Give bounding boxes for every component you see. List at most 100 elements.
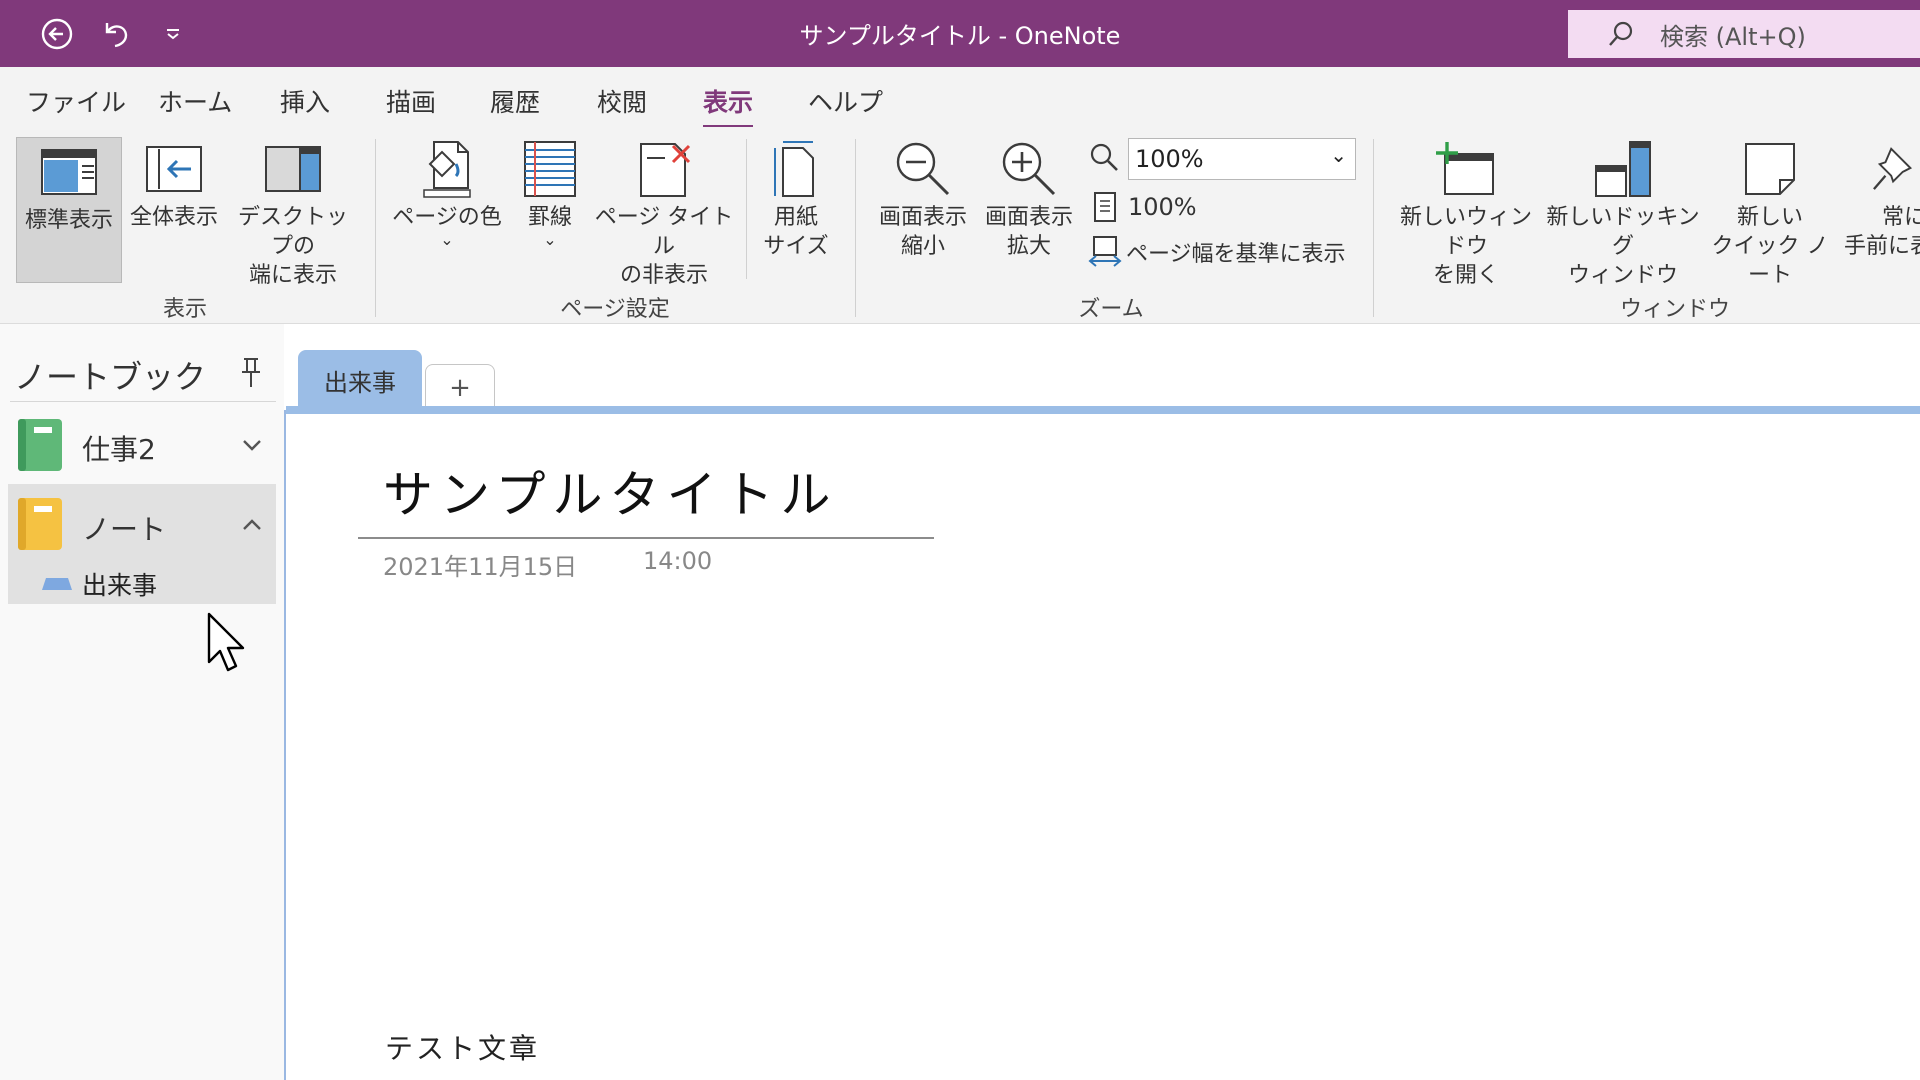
full-page-view-label: 全体表示: [129, 205, 218, 230]
tab-review[interactable]: 校閲: [597, 83, 647, 119]
rule-lines-button[interactable]: 罫線 ⌄: [510, 135, 590, 248]
add-section-button[interactable]: +: [425, 364, 495, 410]
hide-title-label-line2: の非表示: [619, 263, 708, 288]
title-underline: [358, 537, 934, 539]
zoom-out-label-line1: 画面表示: [878, 205, 967, 230]
search-box[interactable]: 検索 (Alt+Q): [1568, 10, 1920, 58]
search-placeholder: 検索 (Alt+Q): [1660, 22, 1806, 51]
tab-home[interactable]: ホーム: [158, 83, 232, 119]
section-tab-icon: [42, 578, 72, 590]
tab-view[interactable]: 表示: [703, 83, 754, 129]
new-window-label-line1: 新しいウィンドウ: [1399, 205, 1532, 259]
notebook-icon: [18, 498, 62, 550]
new-docked-label-line1: 新しいドッキング: [1546, 205, 1700, 259]
tab-history[interactable]: 履歴: [490, 83, 540, 119]
section-color-strip: [286, 406, 1920, 414]
chevron-up-icon: [243, 519, 261, 530]
hide-page-title-icon: [640, 143, 691, 197]
zoom-out-button[interactable]: 画面表示 縮小: [870, 135, 976, 261]
mouse-cursor: [207, 612, 245, 672]
zoom-in-icon: [1002, 142, 1056, 196]
page-color-button[interactable]: ページの色 ⌄: [390, 135, 504, 248]
hide-page-title-button[interactable]: ページ タイトル の非表示: [588, 135, 740, 290]
tab-draw[interactable]: 描画: [386, 83, 436, 119]
zoom-out-icon: [896, 142, 950, 196]
always-on-top-button[interactable]: 常に 手前に表: [1838, 135, 1920, 261]
new-quick-note-button[interactable]: 新しい クイック ノート: [1704, 135, 1836, 290]
undo-button[interactable]: [96, 14, 136, 54]
rule-lines-label: 罫線: [527, 205, 572, 230]
page-100-icon: [1094, 192, 1116, 222]
dock-label-line1: デスクトップの: [237, 205, 348, 259]
normal-view-label: 標準表示: [24, 208, 113, 233]
zoom-100-button[interactable]: 100%: [1092, 191, 1197, 223]
notebook-item-work2[interactable]: 仕事2: [8, 410, 276, 480]
zoom-100-label: 100%: [1128, 193, 1197, 221]
page-width-label: ページ幅を基準に表示: [1126, 242, 1346, 267]
dock-label-line2: 端に表示: [248, 263, 337, 288]
section-tab-events[interactable]: 出来事: [298, 350, 422, 410]
page-body-text[interactable]: テスト文章: [385, 1027, 540, 1067]
dock-to-desktop-button[interactable]: デスクトップの 端に表示: [228, 135, 358, 290]
paper-size-icon: [774, 141, 814, 197]
notebook-icon: [18, 419, 62, 471]
quick-note-label-line1: 新しい: [1736, 205, 1803, 230]
new-window-icon: [1436, 142, 1494, 195]
group-separator: [855, 139, 856, 317]
group-label-zoom: ズーム: [1078, 297, 1144, 322]
paper-size-label-line1: 用紙: [773, 205, 818, 230]
zoom-out-label-line2: 縮小: [900, 234, 945, 259]
divider: [10, 401, 276, 402]
page-date: 2021年11月15日: [383, 553, 578, 581]
notebook-label: ノート: [82, 513, 167, 546]
dock-to-desktop-icon: [265, 146, 321, 192]
new-window-button[interactable]: 新しいウィンドウ を開く: [1390, 135, 1542, 290]
title-bar: サンプルタイトル - OneNote 検索 (Alt+Q): [0, 0, 1920, 67]
zoom-in-button[interactable]: 画面表示 拡大: [976, 135, 1082, 261]
group-label-window: ウィンドウ: [1620, 297, 1731, 322]
back-arrow-icon: [41, 18, 73, 50]
group-separator: [375, 139, 376, 317]
quick-note-label-line2: クイック ノート: [1711, 234, 1829, 288]
paper-size-button[interactable]: 用紙 サイズ: [756, 135, 836, 261]
normal-view-button[interactable]: 標準表示: [16, 137, 122, 283]
new-docked-window-icon: [1595, 141, 1651, 197]
full-page-view-icon: [146, 146, 202, 192]
zoom-icon-row: [1088, 141, 1120, 173]
new-window-label-line2: を開く: [1432, 263, 1499, 288]
zoom-level-select[interactable]: 100% ⌄: [1128, 138, 1356, 180]
paper-size-label-line2: サイズ: [763, 234, 829, 259]
undo-icon: [105, 23, 128, 48]
on-top-label-line2: 手前に表: [1844, 234, 1920, 259]
notebook-item-note[interactable]: ノート 出来事: [8, 484, 276, 604]
full-page-view-button[interactable]: 全体表示: [124, 135, 224, 232]
back-button[interactable]: [37, 14, 77, 54]
rule-lines-icon: [524, 141, 576, 197]
chevron-down-icon: ⌄: [543, 230, 557, 249]
page-title[interactable]: サンプルタイトル: [383, 455, 838, 527]
quick-access-customize-button[interactable]: [153, 14, 193, 54]
chevron-down-icon: ⌄: [440, 230, 454, 249]
pin-icon: [242, 358, 260, 387]
section-label: 出来事: [82, 571, 158, 600]
notebook-pane-title: ノートブック: [14, 358, 207, 396]
page-width-button[interactable]: ページ幅を基準に表示: [1088, 235, 1346, 269]
zoom-in-label-line2: 拡大: [1006, 234, 1051, 259]
tab-insert[interactable]: 挿入: [280, 83, 330, 119]
page-color-label: ページの色: [392, 205, 502, 230]
section-item-events[interactable]: 出来事: [40, 566, 157, 602]
pin-pane-button[interactable]: [236, 356, 266, 394]
pin-icon: [1873, 147, 1913, 190]
group-separator: [1373, 139, 1374, 317]
on-top-label-line1: 常に: [1882, 205, 1920, 230]
tab-file[interactable]: ファイル: [26, 83, 126, 119]
ribbon-tabs: ファイル ホーム 挿入 描画 履歴 校閲 表示 ヘルプ: [0, 67, 1920, 129]
chevron-down-icon: [243, 440, 261, 451]
hide-title-label-line1: ページ タイトル: [594, 205, 734, 259]
group-separator: [746, 139, 747, 279]
page-color-icon: [423, 141, 471, 198]
quick-note-icon: [1745, 143, 1795, 195]
group-label-view: 表示: [162, 297, 207, 322]
new-docked-window-button[interactable]: 新しいドッキング ウィンドウ: [1546, 135, 1700, 290]
tab-help[interactable]: ヘルプ: [808, 83, 883, 119]
